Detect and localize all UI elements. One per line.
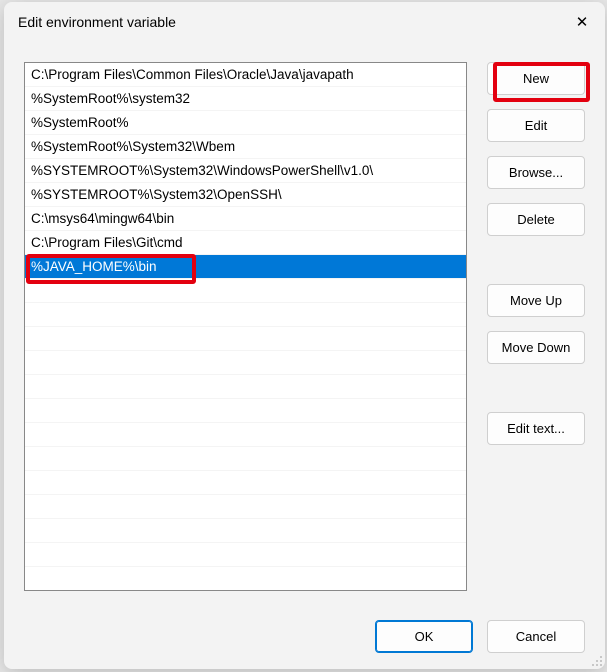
dialog-content: C:\Program Files\Common Files\Oracle\Jav… [4, 42, 605, 602]
path-list-row[interactable]: %JAVA_HOME%\bin [25, 255, 466, 279]
side-button-panel: New Edit Browse... Delete Move Up Move D… [487, 62, 585, 602]
path-list-row[interactable]: C:\msys64\mingw64\bin [25, 207, 466, 231]
path-list-row[interactable] [25, 495, 466, 519]
path-list-row[interactable] [25, 471, 466, 495]
path-list[interactable]: C:\Program Files\Common Files\Oracle\Jav… [24, 62, 467, 591]
move-down-button[interactable]: Move Down [487, 331, 585, 364]
path-list-row[interactable] [25, 447, 466, 471]
close-icon: ✕ [576, 13, 589, 31]
edit-text-button[interactable]: Edit text... [487, 412, 585, 445]
dialog-title: Edit environment variable [18, 14, 176, 30]
path-list-row[interactable]: C:\Program Files\Common Files\Oracle\Jav… [25, 63, 466, 87]
ok-button[interactable]: OK [375, 620, 473, 653]
path-list-row[interactable] [25, 543, 466, 567]
close-button[interactable]: ✕ [559, 2, 605, 42]
move-up-button[interactable]: Move Up [487, 284, 585, 317]
path-list-row[interactable] [25, 519, 466, 543]
path-list-row[interactable] [25, 279, 466, 303]
delete-button[interactable]: Delete [487, 203, 585, 236]
path-list-row[interactable] [25, 399, 466, 423]
path-list-row[interactable]: C:\Program Files\Git\cmd [25, 231, 466, 255]
path-list-row[interactable] [25, 327, 466, 351]
path-list-row[interactable] [25, 351, 466, 375]
resize-grip-icon [589, 653, 603, 667]
path-list-row[interactable]: %SystemRoot%\System32\Wbem [25, 135, 466, 159]
path-list-row[interactable]: %SYSTEMROOT%\System32\WindowsPowerShell\… [25, 159, 466, 183]
path-list-row[interactable] [25, 423, 466, 447]
dialog-footer: OK Cancel [4, 602, 605, 669]
path-list-row[interactable]: %SYSTEMROOT%\System32\OpenSSH\ [25, 183, 466, 207]
path-list-row[interactable]: %SystemRoot%\system32 [25, 87, 466, 111]
path-list-row[interactable] [25, 303, 466, 327]
cancel-button[interactable]: Cancel [487, 620, 585, 653]
new-button[interactable]: New [487, 62, 585, 95]
path-list-row[interactable]: %SystemRoot% [25, 111, 466, 135]
edit-button[interactable]: Edit [487, 109, 585, 142]
path-list-row[interactable] [25, 375, 466, 399]
titlebar: Edit environment variable ✕ [4, 2, 605, 42]
edit-env-var-dialog: Edit environment variable ✕ C:\Program F… [4, 2, 605, 669]
browse-button[interactable]: Browse... [487, 156, 585, 189]
